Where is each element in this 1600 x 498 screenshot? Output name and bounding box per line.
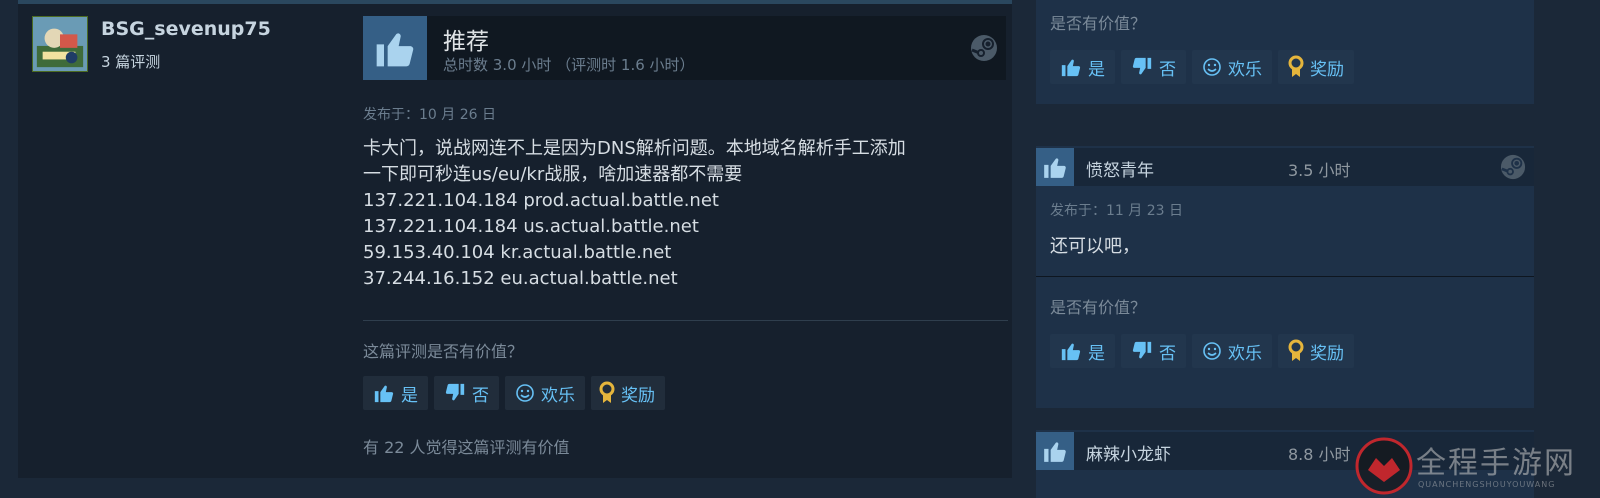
- vote-funny-label: 欢乐: [1228, 343, 1262, 364]
- review-line: 137.221.104.184 us.actual.battle.net: [363, 216, 699, 237]
- award-button[interactable]: 奖励: [1278, 50, 1354, 84]
- vote-funny-button[interactable]: 欢乐: [1192, 50, 1272, 84]
- side-playtime: 8.8 小时: [1288, 445, 1351, 464]
- vote-yes-button[interactable]: 是: [1050, 50, 1115, 84]
- vote-buttons: 是 否 欢乐 奖励: [363, 376, 665, 410]
- review-card: BSG_sevenup75 3 篇评测 推荐 总时数 3.0 小时 （评测时 1…: [18, 4, 1012, 478]
- thumbs-down-icon: [444, 382, 466, 404]
- vote-header: 推荐 总时数 3.0 小时 （评测时 1.6 小时）: [363, 16, 1006, 80]
- smiley-icon: [515, 383, 535, 403]
- side-author-name[interactable]: 愤怒青年: [1086, 156, 1154, 181]
- side-author-name[interactable]: 麻辣小龙虾: [1086, 440, 1171, 465]
- side-review-header: 愤怒青年 3.5 小时: [1036, 148, 1534, 186]
- review-line: 137.221.104.184 prod.actual.battle.net: [363, 190, 719, 211]
- author-name[interactable]: BSG_sevenup75: [101, 18, 271, 40]
- vote-no-button[interactable]: 否: [1121, 334, 1186, 368]
- side-posted-date: 发布于：11 月 23 日: [1050, 203, 1183, 219]
- vote-no-label: 否: [1159, 59, 1176, 80]
- award-label: 奖励: [1310, 59, 1344, 80]
- thumbs-up-icon: [1060, 56, 1082, 78]
- steam-icon: [1500, 154, 1526, 180]
- award-button[interactable]: 奖励: [591, 376, 665, 410]
- vote-no-button[interactable]: 否: [434, 376, 499, 410]
- thumbs-up-icon: [1060, 340, 1082, 362]
- review-line: 59.153.40.104 kr.actual.battle.net: [363, 242, 672, 263]
- divider: [1036, 276, 1534, 277]
- side-review-card: 愤怒青年 3.5 小时 发布于：11 月 23 日 还可以吧， 是否有价值？ 是…: [1036, 146, 1534, 408]
- author-avatar[interactable]: [32, 16, 88, 72]
- vote-yes-label: 是: [401, 385, 418, 406]
- divider: [363, 320, 1008, 321]
- watermark-subtitle: QUANCHENGSHOUYOUWANG: [1418, 480, 1556, 489]
- award-button[interactable]: 奖励: [1278, 334, 1354, 368]
- thumbs-up-icon: [1036, 148, 1074, 186]
- thumbs-up-icon: [1036, 432, 1074, 470]
- avatar-image: [33, 17, 87, 71]
- vote-funny-label: 欢乐: [541, 385, 575, 406]
- award-ribbon-icon: [599, 381, 615, 405]
- side-vote-buttons: 是 否 欢乐 奖励: [1050, 50, 1354, 84]
- helpful-question: 这篇评测是否有价值？: [363, 342, 524, 361]
- review-verdict: 推荐: [443, 29, 489, 55]
- side-playtime: 3.5 小时: [1288, 161, 1351, 180]
- smiley-icon: [1202, 57, 1222, 77]
- smiley-icon: [1202, 341, 1222, 361]
- side-helpful-question: 是否有价值？: [1050, 14, 1147, 33]
- vote-funny-label: 欢乐: [1228, 59, 1262, 80]
- author-review-count[interactable]: 3 篇评测: [101, 51, 160, 72]
- vote-no-button[interactable]: 否: [1121, 50, 1186, 84]
- review-line: 37.244.16.152 eu.actual.battle.net: [363, 268, 678, 289]
- watermark-title: 全程手游网: [1416, 446, 1576, 481]
- vote-no-label: 否: [1159, 343, 1176, 364]
- side-vote-buttons: 是 否 欢乐 奖励: [1050, 334, 1354, 368]
- vote-funny-button[interactable]: 欢乐: [505, 376, 585, 410]
- steam-icon: [971, 35, 997, 61]
- award-ribbon-icon: [1288, 339, 1304, 363]
- side-helpful-question: 是否有价值？: [1050, 298, 1147, 317]
- vote-yes-button[interactable]: 是: [363, 376, 428, 410]
- playtime: 总时数 3.0 小时 （评测时 1.6 小时）: [443, 56, 695, 74]
- thumbs-up-icon: [363, 16, 427, 80]
- vote-yes-button[interactable]: 是: [1050, 334, 1115, 368]
- award-label: 奖励: [621, 385, 655, 406]
- thumbs-down-icon: [1131, 340, 1153, 362]
- vote-funny-button[interactable]: 欢乐: [1192, 334, 1272, 368]
- helpful-count: 有 22 人觉得这篇评测有价值: [363, 438, 570, 457]
- award-label: 奖励: [1310, 343, 1344, 364]
- vote-no-label: 否: [472, 385, 489, 406]
- side-review-card: 是否有价值？ 是 否 欢乐 奖励: [1036, 0, 1534, 104]
- posted-date: 发布于：10 月 26 日: [363, 107, 496, 123]
- review-line: 一下即可秒连us/eu/kr战服，啥加速器都不需要: [363, 164, 743, 185]
- side-review-text: 还可以吧，: [1050, 236, 1140, 257]
- award-ribbon-icon: [1288, 55, 1304, 79]
- thumbs-up-icon: [373, 382, 395, 404]
- review-content: 卡大门，说战网连不上是因为DNS解析问题。本地域名解析手工添加 一下即可秒连us…: [363, 136, 1006, 292]
- vote-yes-label: 是: [1088, 59, 1105, 80]
- thumbs-down-icon: [1131, 56, 1153, 78]
- review-line: 卡大门，说战网连不上是因为DNS解析问题。本地域名解析手工添加: [363, 138, 906, 159]
- watermark-logo: [1355, 437, 1413, 495]
- watermark: 全程手游网 QUANCHENGSHOUYOUWANG: [1352, 432, 1600, 498]
- vote-yes-label: 是: [1088, 343, 1105, 364]
